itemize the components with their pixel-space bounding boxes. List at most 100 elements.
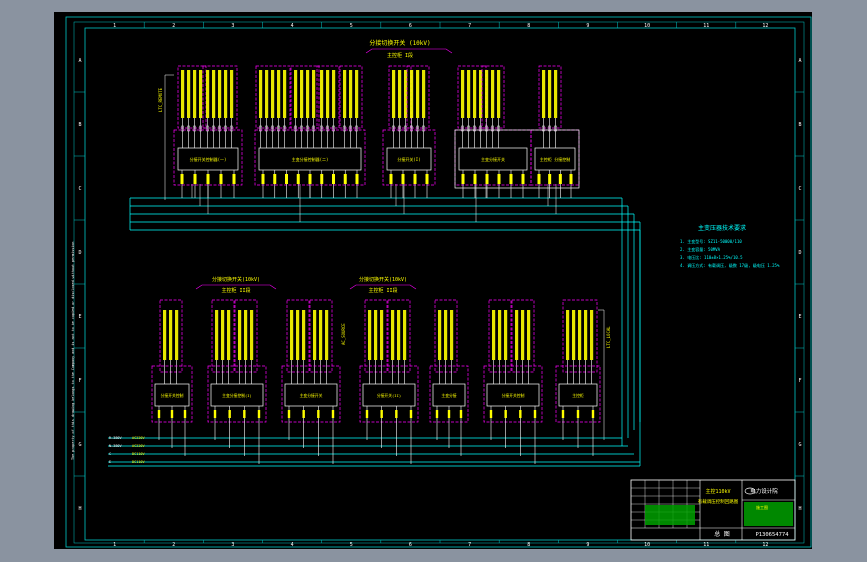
terminal-label-bar xyxy=(578,310,582,360)
terminal-label-bar xyxy=(332,70,336,118)
row-label-left: D xyxy=(78,250,81,256)
terminal-label-bar xyxy=(374,310,378,360)
terminal-label-bar xyxy=(259,70,263,118)
row-label-left: C xyxy=(78,186,81,192)
terminal-text-stack xyxy=(392,70,408,118)
terminal-label-bar xyxy=(221,310,225,360)
terminal-label-bar xyxy=(509,174,513,184)
column-label-bottom: 6 xyxy=(409,542,412,548)
terminal-label-bar xyxy=(576,410,580,418)
terminal-label-bar xyxy=(285,174,288,184)
row-label-left: G xyxy=(78,442,81,448)
row-label-left: F xyxy=(78,378,81,384)
column-label-top: 4 xyxy=(291,23,294,29)
bottom-header-mid-sub: 主控柜 II段 xyxy=(368,287,397,294)
terminal-label-bar xyxy=(224,70,228,118)
terminal-text-stack xyxy=(542,70,558,118)
terminal-label-bar xyxy=(459,410,463,418)
terminal-text-stack xyxy=(368,310,384,360)
terminal-label-bar xyxy=(392,70,396,118)
title-drawing-type: 总 图 xyxy=(714,530,730,538)
bottom-right-tag: LTC_LOCAL xyxy=(606,326,611,348)
terminal-label-bar xyxy=(300,70,304,118)
controller-label: 分接开关控制器(一) xyxy=(190,156,227,162)
terminal-text-stack xyxy=(238,310,254,360)
terminal-label-bar xyxy=(317,410,320,418)
terminal-label-bar xyxy=(218,70,222,118)
terminal-label-bar xyxy=(302,310,306,360)
terminal-label-bar xyxy=(326,70,330,118)
title-green-fill xyxy=(645,505,695,525)
terminal-label-bar xyxy=(461,70,465,118)
terminal-label-bar xyxy=(515,310,519,360)
column-label-bottom: 9 xyxy=(586,542,589,548)
terminal-label-bar xyxy=(492,310,496,360)
terminal-label-bar xyxy=(163,310,167,360)
terminal-label-bar xyxy=(157,410,161,418)
column-label-top: 10 xyxy=(644,23,650,29)
terminal-label-bar xyxy=(409,410,413,418)
terminal-label-bar xyxy=(306,70,310,118)
bus-legend-value: DC110V xyxy=(132,460,146,464)
notes-line-2: 2. 主变容量: 50MVA xyxy=(680,246,721,252)
notes-line-4: 4. 调压方式: 有载调压, 级数 17级, 级电压 1.25% xyxy=(680,262,780,268)
terminal-label-bar xyxy=(391,310,395,360)
terminal-label-bar xyxy=(416,70,420,118)
controller-label: 主变分接 xyxy=(441,393,456,398)
terminal-label-bar xyxy=(244,310,248,360)
terminal-label-bar xyxy=(290,310,294,360)
top-left-tag: LTC_REMOTE xyxy=(158,87,163,112)
terminal-label-bar xyxy=(296,310,300,360)
controller-label: 主变分接开关 xyxy=(481,156,505,162)
terminal-label-bar xyxy=(389,174,393,184)
terminal-label-bar xyxy=(227,310,231,360)
terminal-text-stack xyxy=(485,70,501,118)
terminal-label-bar xyxy=(199,70,203,118)
terminal-label-bar xyxy=(213,410,217,418)
terminal-label-bar xyxy=(365,410,369,418)
terminal-label-bar xyxy=(212,70,216,118)
column-label-top: 11 xyxy=(703,23,709,29)
terminal-label-bar xyxy=(368,310,372,360)
terminal-label-bar xyxy=(548,174,552,184)
cad-drawing: 112233445566778899101011111212A AB BC CD DE E… xyxy=(0,0,867,562)
column-label-top: 1 xyxy=(113,23,116,29)
terminal-label-bar xyxy=(401,174,405,184)
terminal-label-bar xyxy=(498,310,502,360)
bus-legend-label: C xyxy=(109,452,111,456)
terminal-label-bar xyxy=(271,70,275,118)
terminal-text-stack xyxy=(492,310,508,360)
column-label-bottom: 5 xyxy=(350,542,353,548)
terminal-label-bar xyxy=(273,174,277,184)
terminal-text-stack xyxy=(215,310,231,360)
column-label-bottom: 7 xyxy=(468,542,471,548)
terminal-label-bar xyxy=(572,310,576,360)
terminal-text-stack xyxy=(163,310,179,360)
terminal-label-bar xyxy=(467,70,471,118)
row-label-right: H xyxy=(798,506,801,512)
terminal-label-bar xyxy=(591,410,595,418)
column-label-bottom: 10 xyxy=(644,542,650,548)
terminal-label-bar xyxy=(355,174,359,184)
terminal-label-bar xyxy=(319,310,323,360)
controller-label: 分接开关控制 xyxy=(161,393,184,398)
title-stage: 施工图 xyxy=(756,504,768,510)
terminal-label-bar xyxy=(265,70,269,118)
title-company: 电力设计院 xyxy=(750,487,778,495)
terminal-label-bar xyxy=(343,70,347,118)
terminal-text-stack xyxy=(313,310,329,360)
terminal-label-bar xyxy=(228,410,231,418)
terminal-label-bar xyxy=(397,310,401,360)
column-label-top: 3 xyxy=(231,23,234,29)
terminal-label-bar xyxy=(533,410,537,418)
terminal-text-stack xyxy=(391,310,407,360)
terminal-label-bar xyxy=(558,174,562,184)
terminal-text-stack xyxy=(290,310,306,360)
terminal-label-bar xyxy=(169,310,173,360)
column-label-top: 5 xyxy=(350,23,353,29)
column-label-top: 9 xyxy=(586,23,589,29)
terminal-label-bar xyxy=(425,174,429,184)
top-header-sub: 主控柜 I段 xyxy=(387,52,413,59)
bus-legend-value: AC220V xyxy=(132,436,146,440)
bus-legend-label: N—380V xyxy=(109,444,123,448)
